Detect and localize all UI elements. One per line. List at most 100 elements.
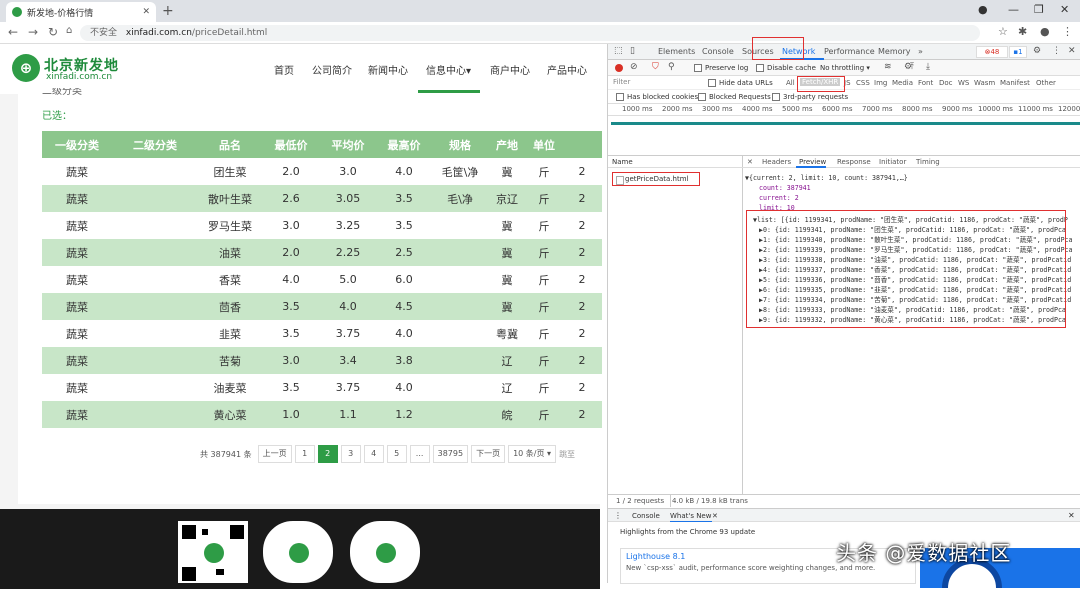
tab-preview[interactable]: Preview xyxy=(799,158,826,166)
tab-memory[interactable]: Memory xyxy=(878,47,911,56)
error-count-badge[interactable]: ⊗48 xyxy=(976,46,1008,58)
record-icon[interactable] xyxy=(615,64,623,72)
profile-icon[interactable]: ● xyxy=(1040,25,1050,38)
blocked-requests-checkbox[interactable]: Blocked Requests xyxy=(698,93,771,101)
preserve-log-checkbox[interactable]: Preserve log xyxy=(694,64,748,72)
nav-news[interactable]: 新闻中心 xyxy=(368,62,408,77)
url-omnibox[interactable]: 不安全 xinfadi.com.cn/priceDetail.html xyxy=(80,25,980,41)
has-blocked-cookies-checkbox[interactable]: Has blocked cookies xyxy=(616,93,698,101)
bookmark-star-icon[interactable]: ☆ xyxy=(998,25,1008,38)
tab-elements[interactable]: Elements xyxy=(658,47,695,56)
transfer-size: 4.0 kB / 19.8 kB trans xyxy=(672,497,748,505)
nav-products[interactable]: 产品中心 xyxy=(547,62,587,77)
menu-icon[interactable]: ⋮ xyxy=(1062,25,1073,38)
back-icon[interactable]: ← xyxy=(8,25,18,39)
cell: 毛筐\净 xyxy=(441,165,479,179)
search-icon[interactable]: ⚲ xyxy=(668,62,675,72)
json-summary[interactable]: ▼{current: 2, limit: 10, count: 387941,…… xyxy=(745,174,908,182)
message-count-badge[interactable]: ▪1 xyxy=(1009,46,1027,58)
tab-timing[interactable]: Timing xyxy=(916,158,940,166)
nav-company[interactable]: 公司简介 xyxy=(312,62,352,77)
tab-console[interactable]: Console xyxy=(702,47,734,56)
tab-response[interactable]: Response xyxy=(837,158,871,166)
browser-tab[interactable]: 新发地-价格行情 ✕ xyxy=(6,2,156,22)
page-button-current[interactable]: 2 xyxy=(317,445,338,463)
page-button[interactable]: 5 xyxy=(386,445,407,463)
devtools-menu-icon[interactable]: ⋮ xyxy=(1052,46,1061,56)
page-button-last[interactable]: 38795 xyxy=(432,445,469,463)
cell: 3.5 xyxy=(262,293,320,320)
minimize-icon[interactable]: — xyxy=(1008,3,1019,16)
drawer-tab-console[interactable]: Console xyxy=(632,512,660,520)
timeline-overview[interactable] xyxy=(608,116,1080,156)
third-party-checkbox[interactable]: 3rd-party requests xyxy=(772,93,848,101)
tab-initiator[interactable]: Initiator xyxy=(879,158,906,166)
hide-data-urls-checkbox[interactable]: Hide data URLs xyxy=(708,79,773,87)
nav-home[interactable]: 首页 xyxy=(274,62,294,77)
filter-type-media[interactable]: Media xyxy=(892,79,913,87)
cell: 蔬菜 xyxy=(66,219,88,233)
tab-headers[interactable]: Headers xyxy=(762,158,791,166)
page-button[interactable]: 3 xyxy=(340,445,361,463)
device-toggle-icon[interactable]: ▯ xyxy=(630,46,635,56)
chrome-status-icon[interactable]: ● xyxy=(978,3,988,16)
reload-icon[interactable]: ↻ xyxy=(48,25,58,39)
filter-type-wasm[interactable]: Wasm xyxy=(974,79,995,87)
drawer-tab-whats-new[interactable]: What's New xyxy=(670,512,711,520)
cell: 1.0 xyxy=(262,401,320,428)
online-wifi-icon[interactable]: ≋ xyxy=(884,62,892,72)
filter-input[interactable]: Filter xyxy=(613,78,703,86)
home-icon[interactable]: ⌂ xyxy=(66,25,72,36)
page-button[interactable]: 4 xyxy=(363,445,384,463)
page-ellipsis[interactable]: ... xyxy=(409,445,430,463)
filter-type-doc[interactable]: Doc xyxy=(939,79,953,87)
close-drawer-icon[interactable]: ✕ xyxy=(1068,511,1075,520)
table-row: 蔬菜 苦菊 3.0 3.4 3.8 辽斤 2 xyxy=(42,347,602,374)
filter-type-font[interactable]: Font xyxy=(918,79,933,87)
cell: 2.6 xyxy=(262,185,320,212)
close-tab-icon[interactable]: ✕ xyxy=(142,7,150,17)
prev-page-button[interactable]: 上一页 xyxy=(257,445,292,463)
security-indicator[interactable]: 不安全 xyxy=(90,28,117,38)
tick-label: 8000 ms xyxy=(902,105,933,113)
filter-type-manifest[interactable]: Manifest xyxy=(1000,79,1030,87)
nav-merchant[interactable]: 商户中心 xyxy=(490,62,530,77)
filter-type-other[interactable]: Other xyxy=(1036,79,1056,87)
cell: 4.0 xyxy=(395,381,413,394)
next-page-button[interactable]: 下一页 xyxy=(471,445,506,463)
close-window-icon[interactable]: ✕ xyxy=(1060,3,1069,16)
nav-active-indicator xyxy=(418,90,480,93)
logo-icon[interactable]: ⊕ xyxy=(12,54,40,82)
col-header[interactable]: 一级分类 xyxy=(42,131,112,158)
nav-info-center[interactable]: 信息中心▾ xyxy=(426,62,471,77)
drawer-menu-icon[interactable]: ⋮ xyxy=(614,511,622,520)
forward-icon[interactable]: → xyxy=(28,25,38,39)
new-tab-icon[interactable]: + xyxy=(162,3,174,19)
cell: 6.0 xyxy=(395,273,413,286)
export-har-icon[interactable]: ⤓ xyxy=(926,62,930,72)
extensions-icon[interactable]: ✱ xyxy=(1018,25,1027,38)
filter-type-img[interactable]: Img xyxy=(874,79,887,87)
per-page-select[interactable]: 10 条/页 ▾ xyxy=(508,445,557,463)
cell: 黄心菜 xyxy=(198,401,262,428)
filter-type-ws[interactable]: WS xyxy=(958,79,969,87)
restore-icon[interactable]: ❐ xyxy=(1034,3,1044,16)
tab-performance[interactable]: Performance xyxy=(824,47,875,56)
drawer-tab-close-icon[interactable]: ✕ xyxy=(712,512,718,520)
more-tabs-icon[interactable]: » xyxy=(918,47,923,56)
disable-cache-checkbox[interactable]: Disable cache xyxy=(756,64,816,72)
filter-icon[interactable]: ⛉ xyxy=(652,62,659,72)
settings-gear-icon[interactable]: ⚙ xyxy=(1033,46,1041,56)
inspect-element-icon[interactable]: ⬚ xyxy=(614,46,623,56)
col-header[interactable]: 二级分类 xyxy=(112,131,198,158)
filter-type-css[interactable]: CSS xyxy=(856,79,870,87)
cell: 2 xyxy=(578,273,586,286)
filter-type-all[interactable]: All xyxy=(786,79,795,87)
page-button[interactable]: 1 xyxy=(294,445,315,463)
name-column-header[interactable]: Name xyxy=(608,156,743,168)
import-har-icon[interactable]: ⤒ xyxy=(910,62,914,72)
close-devtools-icon[interactable]: ✕ xyxy=(1068,46,1076,56)
close-detail-icon[interactable]: ✕ xyxy=(747,158,753,166)
clear-icon[interactable]: ⊘ xyxy=(630,62,638,72)
throttling-select[interactable]: No throttling ▾ xyxy=(820,64,870,72)
